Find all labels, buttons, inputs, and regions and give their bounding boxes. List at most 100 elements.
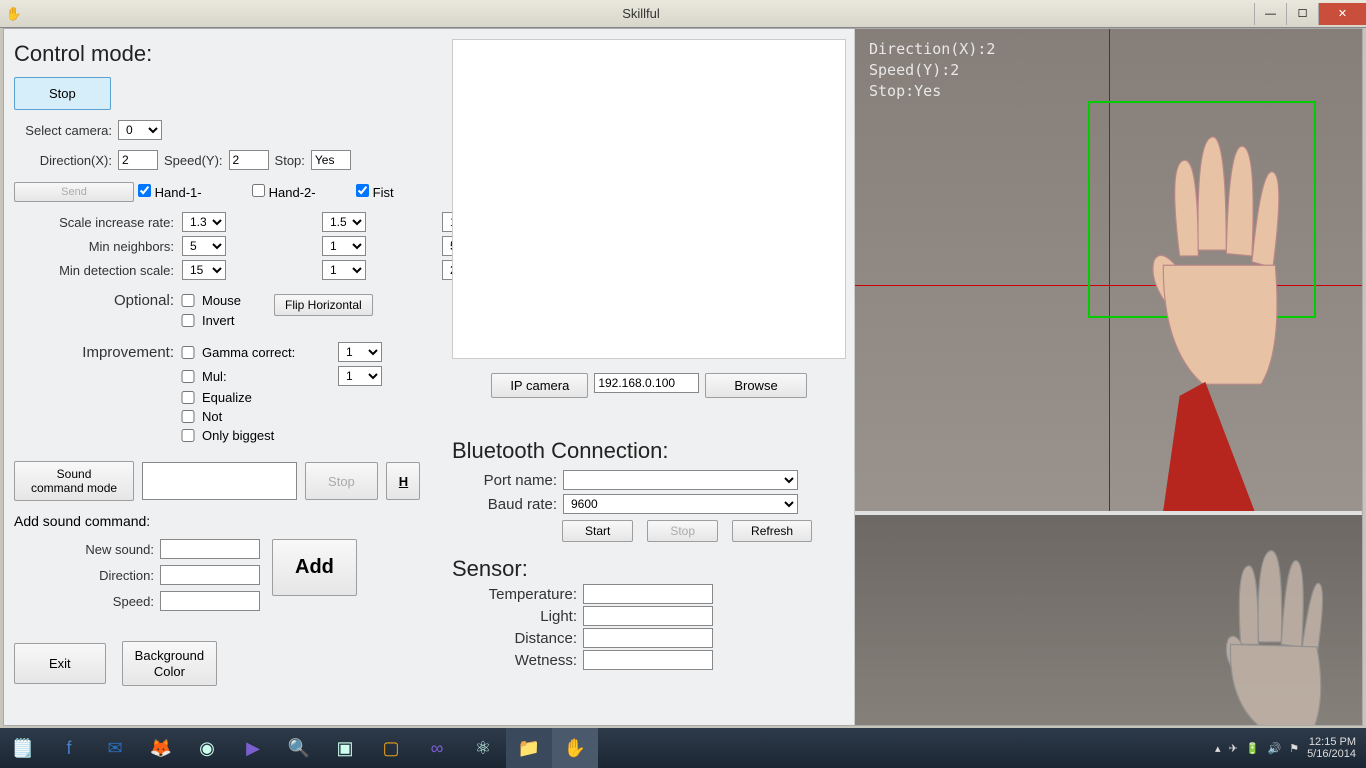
- taskbar-atom-icon[interactable]: ⚛: [460, 728, 506, 768]
- taskbar-media-icon[interactable]: ▶: [230, 728, 276, 768]
- minn-label: Min neighbors:: [14, 239, 174, 254]
- new-sound-input[interactable]: [160, 539, 260, 559]
- bt-refresh-button[interactable]: Refresh: [732, 520, 812, 542]
- bluetooth-heading: Bluetooth Connection:: [452, 438, 846, 464]
- mul-label: Mul:: [202, 369, 332, 384]
- sound-command-mode-button[interactable]: Sound command mode: [14, 461, 134, 501]
- tray-plane-icon[interactable]: ✈: [1229, 742, 1238, 755]
- hand-image: [1098, 116, 1331, 511]
- hand-image-sub: [1190, 543, 1342, 725]
- control-heading: Control mode:: [14, 41, 434, 67]
- control-panel: Control mode: Stop Select camera: 0 Dire…: [4, 29, 444, 725]
- main-video: Direction(X):2 Speed(Y):2 Stop:Yes: [855, 29, 1362, 511]
- hand1-checkbox[interactable]: Hand-1-: [138, 184, 248, 200]
- invert-checkbox[interactable]: [180, 314, 196, 327]
- taskbar-notes-icon[interactable]: 🗒️: [0, 728, 46, 768]
- port-select[interactable]: [563, 470, 798, 490]
- system-tray[interactable]: ▴ ✈ 🔋 🔊 ⚑ 12:15 PM 5/16/2014: [1215, 736, 1366, 760]
- dist-label: Distance:: [452, 630, 577, 647]
- flip-horizontal-button[interactable]: Flip Horizontal: [274, 294, 373, 316]
- mul-checkbox[interactable]: [180, 370, 196, 383]
- ip-camera-input[interactable]: [594, 373, 699, 393]
- tray-up-icon[interactable]: ▴: [1215, 742, 1221, 755]
- add-button[interactable]: Add: [272, 539, 357, 596]
- h-button[interactable]: H: [386, 462, 420, 500]
- mind-label: Min detection scale:: [14, 263, 174, 278]
- sensor-heading: Sensor:: [452, 556, 846, 582]
- baud-label: Baud rate:: [452, 496, 557, 513]
- gamma-checkbox[interactable]: [180, 346, 196, 359]
- baud-select[interactable]: 9600: [563, 494, 798, 514]
- browse-button[interactable]: Browse: [705, 373, 806, 398]
- tray-volume-icon[interactable]: 🔊: [1267, 742, 1281, 755]
- ip-camera-button[interactable]: IP camera: [491, 373, 588, 398]
- exit-button[interactable]: Exit: [14, 643, 106, 684]
- taskbar-chrome-icon[interactable]: ◉: [184, 728, 230, 768]
- camera-select[interactable]: 0: [118, 120, 162, 140]
- close-button[interactable]: ✕: [1318, 3, 1366, 25]
- equalize-checkbox[interactable]: [180, 391, 196, 404]
- taskbar-outlook-icon[interactable]: ✉: [92, 728, 138, 768]
- bt-start-button[interactable]: Start: [562, 520, 633, 542]
- app-icon: ✋: [0, 6, 28, 22]
- direction-input[interactable]: [118, 150, 158, 170]
- only-biggest-label: Only biggest: [202, 428, 332, 443]
- maximize-button[interactable]: ☐: [1286, 3, 1318, 25]
- fist-checkbox[interactable]: Fist: [356, 184, 426, 200]
- direction-label: Direction(X):: [14, 153, 112, 168]
- stop-input[interactable]: [311, 150, 351, 170]
- taskbar-vbox-icon[interactable]: ▣: [322, 728, 368, 768]
- taskbar[interactable]: 🗒️ f ✉ 🦊 ◉ ▶ 🔍 ▣ ▢ ∞ ⚛ 📁 ✋ ▴ ✈ 🔋 🔊 ⚑ 12:…: [0, 728, 1366, 768]
- not-checkbox[interactable]: [180, 410, 196, 423]
- window-title: Skillful: [28, 6, 1254, 21]
- sound-mode-display[interactable]: [142, 462, 297, 500]
- only-biggest-checkbox[interactable]: [180, 429, 196, 442]
- taskbar-vm-icon[interactable]: ▢: [368, 728, 414, 768]
- optional-label: Optional:: [14, 292, 174, 309]
- mouse-checkbox[interactable]: [180, 294, 196, 307]
- background-color-button[interactable]: Background Color: [122, 641, 217, 686]
- send-button[interactable]: Send: [14, 182, 134, 202]
- taskbar-firefox-icon[interactable]: 🦊: [138, 728, 184, 768]
- taskbar-vs-icon[interactable]: ∞: [414, 728, 460, 768]
- speed-input[interactable]: [229, 150, 269, 170]
- minn-2[interactable]: 1: [322, 236, 366, 256]
- scale-2[interactable]: 1.5: [322, 212, 366, 232]
- select-camera-label: Select camera:: [14, 123, 112, 138]
- direction-input2[interactable]: [160, 565, 260, 585]
- not-label: Not: [202, 409, 332, 424]
- dist-input[interactable]: [583, 628, 713, 648]
- hand2-checkbox[interactable]: Hand-2-: [252, 184, 352, 200]
- taskbar-hand-icon[interactable]: ✋: [552, 728, 598, 768]
- taskbar-magnify-icon[interactable]: 🔍: [276, 728, 322, 768]
- scale-1[interactable]: 1.3: [182, 212, 226, 232]
- titlebar: ✋ Skillful — ☐ ✕: [0, 0, 1366, 28]
- gamma-label: Gamma correct:: [202, 345, 332, 360]
- tray-flag-icon[interactable]: ⚑: [1289, 742, 1299, 755]
- speed-label2: Speed:: [14, 594, 154, 609]
- preview-canvas: [452, 39, 846, 359]
- mind-2[interactable]: 1: [322, 260, 366, 280]
- speed-input2[interactable]: [160, 591, 260, 611]
- wet-input[interactable]: [583, 650, 713, 670]
- equalize-label: Equalize: [202, 390, 332, 405]
- taskbar-fb-icon[interactable]: f: [46, 728, 92, 768]
- sub-video: [855, 515, 1362, 725]
- gamma-select[interactable]: 1: [338, 342, 382, 362]
- new-sound-label: New sound:: [14, 542, 154, 557]
- temp-input[interactable]: [583, 584, 713, 604]
- mul-select[interactable]: 1: [338, 366, 382, 386]
- sound-stop-button[interactable]: Stop: [305, 462, 378, 500]
- video-panel: Direction(X):2 Speed(Y):2 Stop:Yes: [854, 29, 1362, 725]
- video-overlay-text: Direction(X):2 Speed(Y):2 Stop:Yes: [869, 39, 995, 102]
- tray-battery-icon[interactable]: 🔋: [1246, 742, 1260, 755]
- mind-1[interactable]: 15: [182, 260, 226, 280]
- light-input[interactable]: [583, 606, 713, 626]
- stop-button[interactable]: Stop: [14, 77, 111, 110]
- minn-1[interactable]: 5: [182, 236, 226, 256]
- bt-stop-button[interactable]: Stop: [647, 520, 718, 542]
- taskbar-explorer-icon[interactable]: 📁: [506, 728, 552, 768]
- minimize-button[interactable]: —: [1254, 3, 1286, 25]
- tray-clock[interactable]: 12:15 PM 5/16/2014: [1307, 736, 1356, 760]
- port-label: Port name:: [452, 472, 557, 489]
